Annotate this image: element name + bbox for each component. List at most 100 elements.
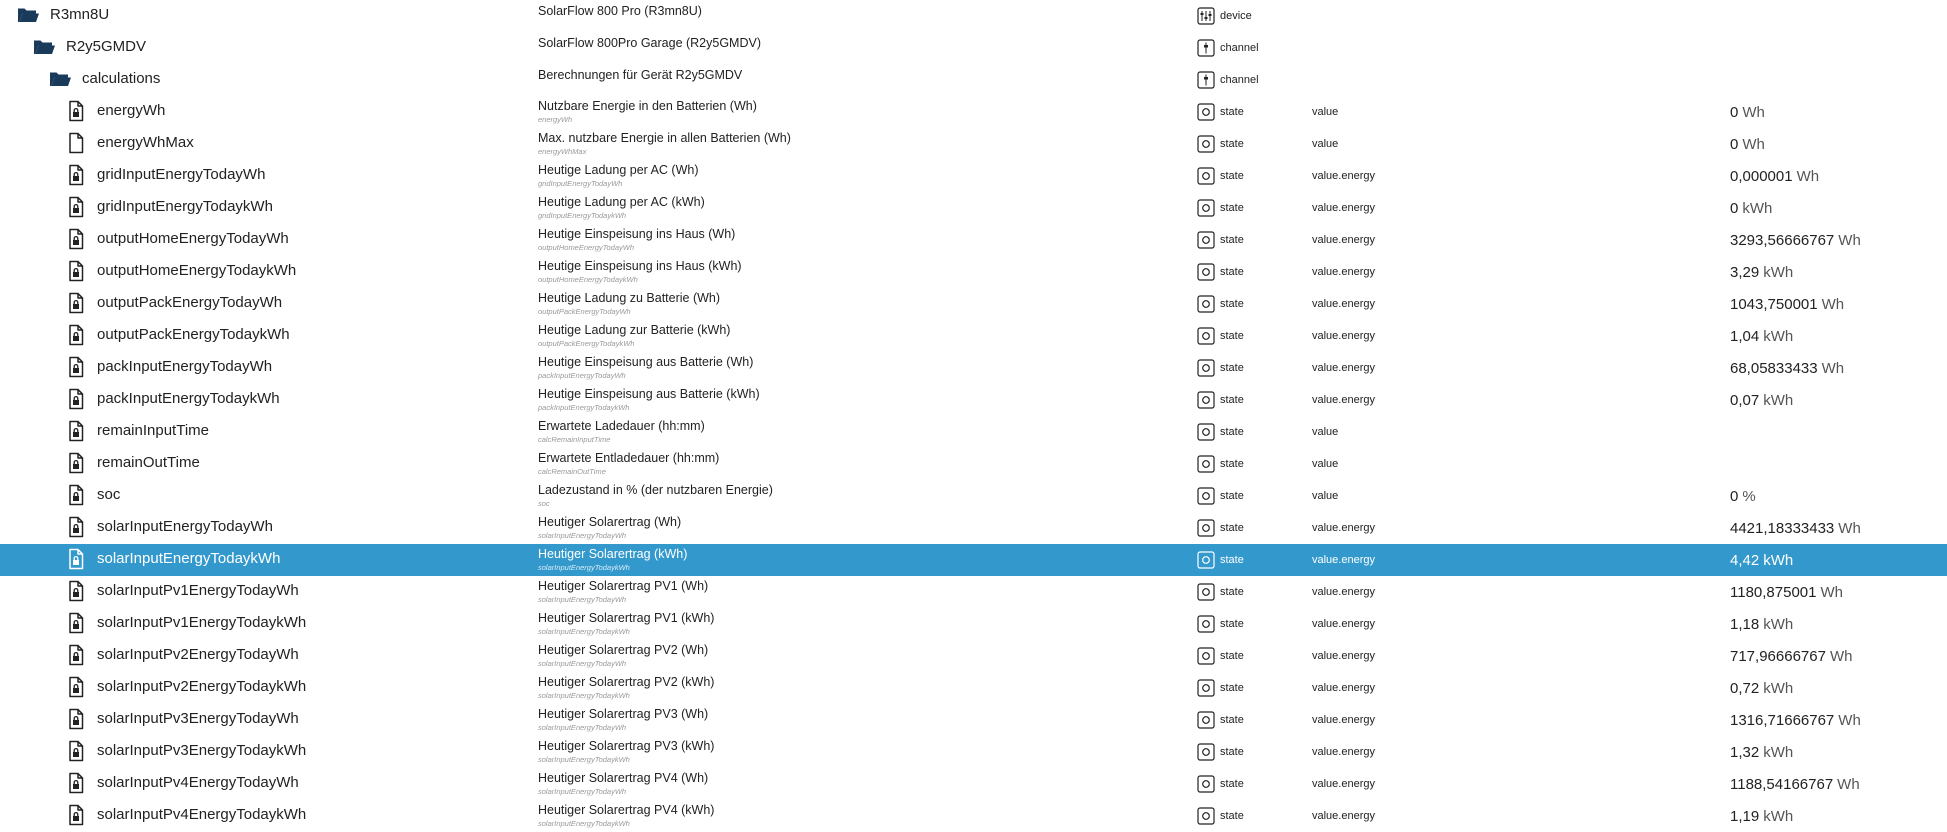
state-value[interactable]: 3293,56666767 Wh xyxy=(1730,232,1861,249)
locked-file-icon xyxy=(64,451,88,475)
state-value[interactable]: 0% xyxy=(1730,488,1756,505)
tree-row-folder[interactable]: R3mn8U SolarFlow 800 Pro (R3mn8U) device xyxy=(0,0,1947,32)
state-value[interactable]: 0 Wh xyxy=(1730,136,1765,153)
state-value[interactable]: 0 kWh xyxy=(1730,200,1772,217)
tree-row-state[interactable]: remainOutTime Erwartete Entladedauer (hh:… xyxy=(0,448,1947,480)
value-unit: Wh xyxy=(1829,648,1853,665)
tree-row-state[interactable]: packInputEnergyTodaykWh Heutige Einspeisu… xyxy=(0,384,1947,416)
state-value[interactable]: 1316,71666767 Wh xyxy=(1730,712,1861,729)
tree-row-state[interactable]: outputHomeEnergyTodayWh Heutige Einspeisu… xyxy=(0,224,1947,256)
state-description: Erwartete Ladedauer (hh:mm) xyxy=(538,419,705,433)
state-description: Heutige Einspeisung ins Haus (Wh) xyxy=(538,227,736,241)
state-role: value.energy xyxy=(1312,746,1375,758)
tree-row-state[interactable]: solarInputPv3EnergyTodaykWh Heutiger Sola… xyxy=(0,736,1947,768)
value-number: 1316,71666767 xyxy=(1730,712,1835,729)
state-value[interactable]: 0,72 kWh xyxy=(1730,680,1793,697)
state-role: value.energy xyxy=(1312,330,1375,342)
state-value[interactable]: 1,04 kWh xyxy=(1730,328,1793,345)
state-value[interactable]: 717,96666767 Wh xyxy=(1730,648,1852,665)
state-value[interactable]: 1188,54166767 Wh xyxy=(1730,776,1860,793)
tree-row-state[interactable]: solarInputPv3EnergyTodayWh Heutiger Solar… xyxy=(0,704,1947,736)
tree-row-state[interactable]: energyWh Nutzbare Energie in den Batterie… xyxy=(0,96,1947,128)
tree-row-state[interactable]: remainInputTime Erwartete Ladedauer (hh:m… xyxy=(0,416,1947,448)
tree-row-state[interactable]: solarInputPv1EnergyTodaykWh Heutiger Sola… xyxy=(0,608,1947,640)
state-role: value.energy xyxy=(1312,202,1375,214)
state-value[interactable]: 1,19 kWh xyxy=(1730,808,1793,825)
value-number: 1188,54166767 xyxy=(1730,776,1834,793)
state-name: solarInputEnergyTodayWh xyxy=(97,518,273,535)
state-icon xyxy=(1197,391,1215,409)
tree-row-state[interactable]: gridInputEnergyTodaykWh Heutige Ladung pe… xyxy=(0,192,1947,224)
folder-open-icon[interactable] xyxy=(48,67,72,91)
tree-row-state[interactable]: solarInputEnergyTodayWh Heutiger Solarert… xyxy=(0,512,1947,544)
tree-row-state[interactable]: gridInputEnergyTodayWh Heutige Ladung per… xyxy=(0,160,1947,192)
tree-row-state[interactable]: outputPackEnergyTodaykWh Heutige Ladung z… xyxy=(0,320,1947,352)
folder-open-icon[interactable] xyxy=(32,35,56,59)
state-description: Heutiger Solarertrag PV3 (kWh) xyxy=(538,739,715,753)
state-icon xyxy=(1197,455,1215,473)
tree-row-folder[interactable]: R2y5GMDV SolarFlow 800Pro Garage (R2y5GM… xyxy=(0,32,1947,64)
state-sub-id: solarInputEnergyTodaykWh xyxy=(538,627,630,636)
tree-row-state[interactable]: energyWhMax Max. nutzbare Energie in alle… xyxy=(0,128,1947,160)
state-role: value.energy xyxy=(1312,298,1375,310)
state-role: value.energy xyxy=(1312,650,1375,662)
folder-open-icon[interactable] xyxy=(16,3,40,27)
tree-row-state[interactable]: solarInputEnergyTodaykWh Heutiger Solarer… xyxy=(0,544,1947,576)
tree-row-state[interactable]: solarInputPv1EnergyTodayWh Heutiger Solar… xyxy=(0,576,1947,608)
tree-row-state[interactable]: solarInputPv2EnergyTodaykWh Heutiger Sola… xyxy=(0,672,1947,704)
tree-row-state[interactable]: solarInputPv2EnergyTodayWh Heutiger Solar… xyxy=(0,640,1947,672)
state-description: Heutiger Solarertrag PV1 (kWh) xyxy=(538,611,715,625)
state-sub-id: solarInputEnergyTodaykWh xyxy=(538,563,630,572)
tree-row-state[interactable]: solarInputPv4EnergyTodayWh Heutiger Solar… xyxy=(0,768,1947,800)
state-icon xyxy=(1197,775,1215,793)
state-value[interactable]: 1,32 kWh xyxy=(1730,744,1793,761)
state-value[interactable]: 3,29 kWh xyxy=(1730,264,1793,281)
state-value[interactable]: 4,42 kWh xyxy=(1730,552,1793,569)
locked-file-icon xyxy=(64,387,88,411)
value-unit: Wh xyxy=(1838,712,1861,729)
state-role: value.energy xyxy=(1312,586,1375,598)
state-description: Heutige Einspeisung aus Batterie (kWh) xyxy=(538,387,760,401)
object-type: state xyxy=(1220,330,1244,342)
tree-row-state[interactable]: outputHomeEnergyTodaykWh Heutige Einspeis… xyxy=(0,256,1947,288)
state-value[interactable]: 4421,18333433 Wh xyxy=(1730,520,1861,537)
value-unit: kWh xyxy=(1763,680,1794,697)
state-role: value.energy xyxy=(1312,266,1375,278)
tree-row-folder[interactable]: calculations Berechnungen für Gerät R2y5… xyxy=(0,64,1947,96)
state-sub-id: soc xyxy=(538,499,550,508)
object-type: state xyxy=(1220,490,1244,502)
state-role: value.energy xyxy=(1312,554,1375,566)
state-value[interactable]: 1,18 kWh xyxy=(1730,616,1793,633)
state-value[interactable]: 68,05833433 Wh xyxy=(1730,360,1844,377)
state-value[interactable]: 1043,750001 Wh xyxy=(1730,296,1844,313)
value-unit: Wh xyxy=(1837,776,1860,793)
tree-row-state[interactable]: outputPackEnergyTodayWh Heutige Ladung zu… xyxy=(0,288,1947,320)
object-type: state xyxy=(1220,202,1244,214)
value-number: 1,19 xyxy=(1730,808,1760,825)
state-description: Heutiger Solarertrag PV2 (kWh) xyxy=(538,675,715,689)
state-value[interactable]: 0,07 kWh xyxy=(1730,392,1793,409)
state-name: energyWh xyxy=(97,102,166,119)
tree-row-state[interactable]: soc Ladezustand in % (der nutzbaren Energ… xyxy=(0,480,1947,512)
locked-file-icon xyxy=(64,195,88,219)
object-type: state xyxy=(1220,810,1244,822)
value-unit: Wh xyxy=(1821,360,1845,377)
state-icon xyxy=(1197,679,1215,697)
state-value[interactable]: 0 Wh xyxy=(1730,104,1765,121)
state-value[interactable]: 1180,875001 Wh xyxy=(1730,584,1843,601)
state-icon xyxy=(1197,359,1215,377)
value-number: 4421,18333433 xyxy=(1730,520,1835,537)
state-icon xyxy=(1197,615,1215,633)
value-number: 68,05833433 xyxy=(1730,360,1818,377)
value-unit: kWh xyxy=(1763,616,1794,633)
value-unit: kWh xyxy=(1763,808,1794,825)
tree-row-state[interactable]: packInputEnergyTodayWh Heutige Einspeisun… xyxy=(0,352,1947,384)
state-name: soc xyxy=(97,486,121,503)
tree-row-state[interactable]: solarInputPv4EnergyTodaykWh Heutiger Sola… xyxy=(0,800,1947,832)
object-type: state xyxy=(1220,266,1244,278)
locked-file-icon xyxy=(64,163,88,187)
state-value[interactable]: 0,000001 Wh xyxy=(1730,168,1819,185)
state-sub-id: calcRemainOutTime xyxy=(538,467,606,476)
state-role: value.energy xyxy=(1312,618,1375,630)
object-type: state xyxy=(1220,554,1244,566)
